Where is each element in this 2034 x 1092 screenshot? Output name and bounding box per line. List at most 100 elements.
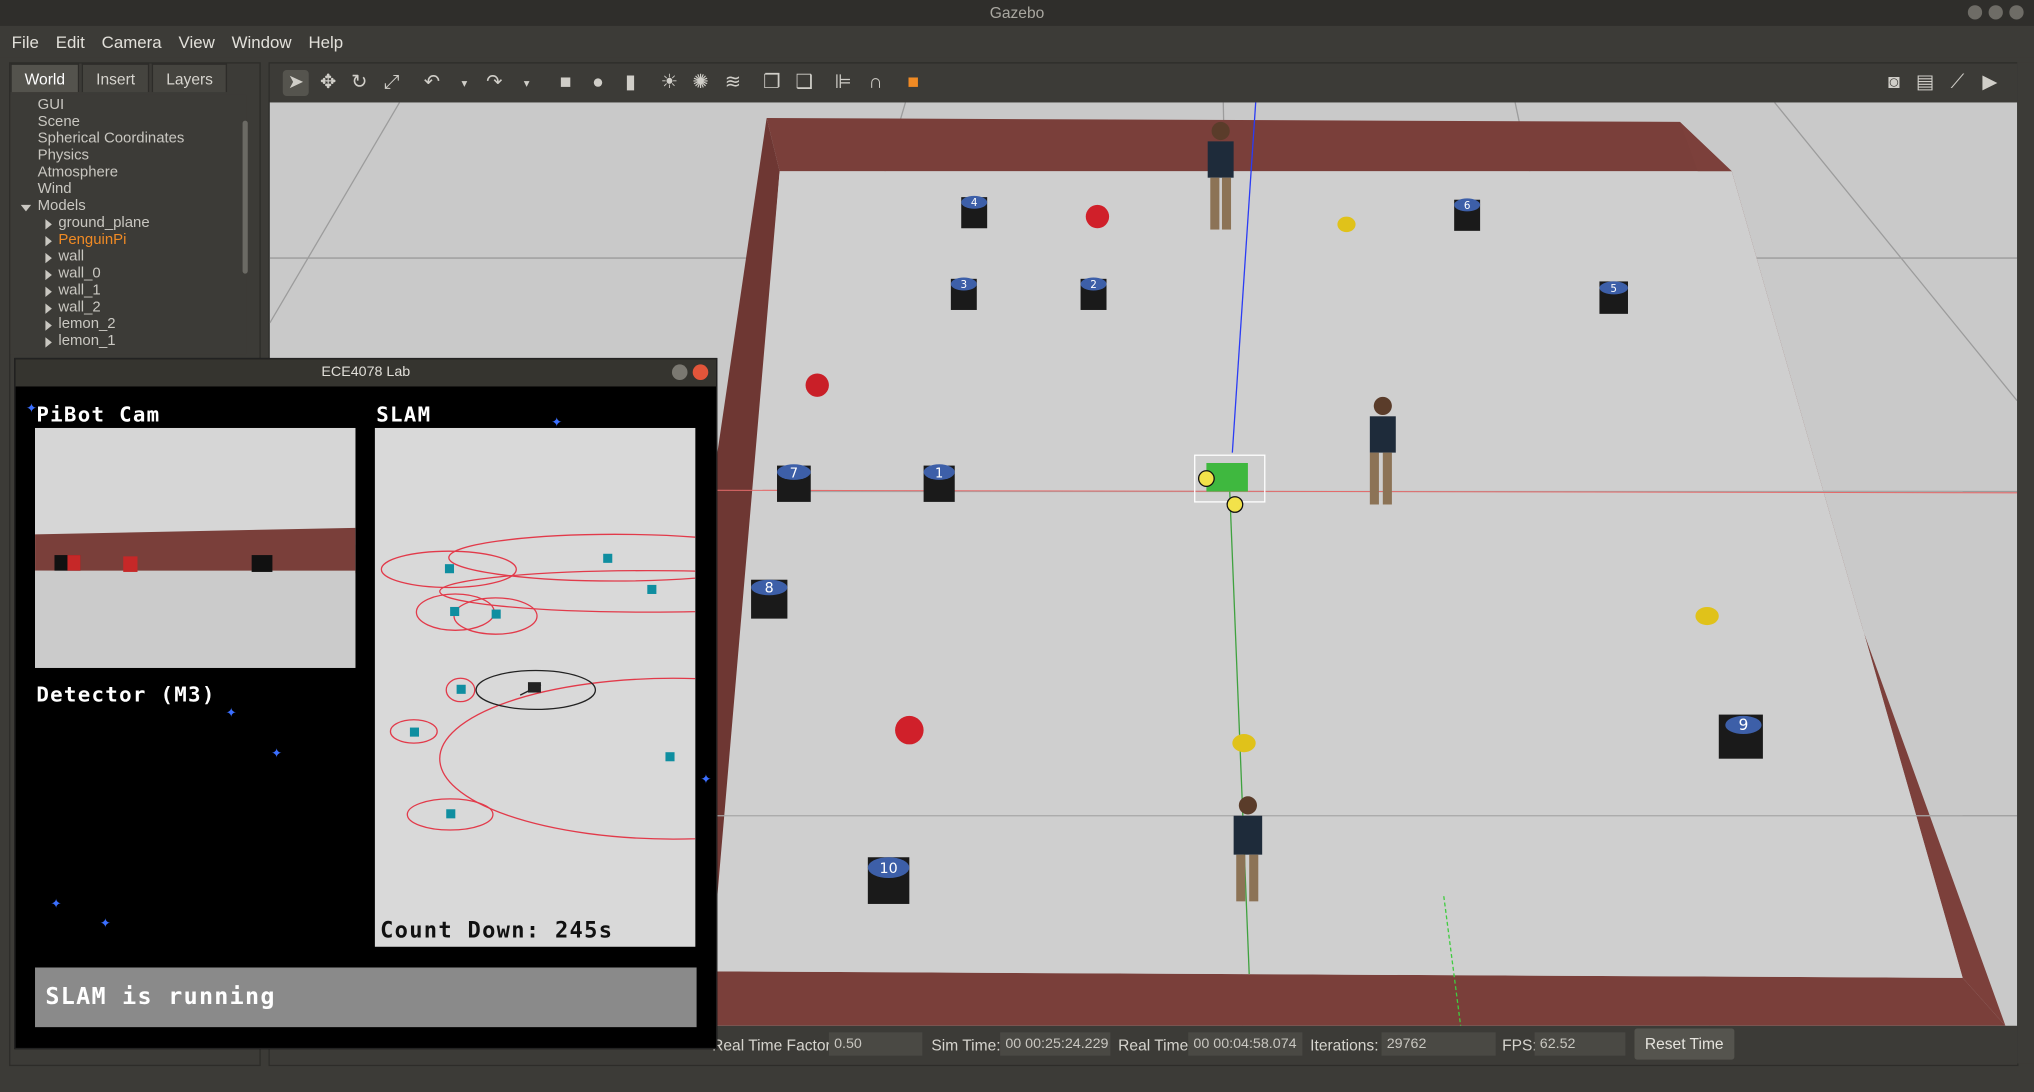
wall-top — [766, 118, 1732, 172]
aruco-marker-1[interactable]: 1 — [923, 464, 955, 502]
tab-layers[interactable]: Layers — [151, 63, 228, 93]
directional-light-icon[interactable]: ≋ — [720, 70, 746, 96]
tree-item-atmosphere[interactable]: Atmosphere — [38, 165, 118, 181]
menu-help[interactable]: Help — [308, 32, 343, 51]
chevron-right-icon[interactable] — [45, 252, 52, 264]
real-time-value: 00 00:04:58.074 — [1188, 1032, 1303, 1056]
redo-dropdown-icon[interactable]: ▾ — [514, 70, 540, 96]
plot-icon[interactable]: ⟋ — [1945, 70, 1971, 96]
tree-item-lemon-2[interactable]: lemon_2 — [58, 316, 115, 332]
redo-icon[interactable]: ↷ — [481, 70, 507, 96]
maximize-button[interactable] — [1988, 5, 2003, 20]
chevron-right-icon[interactable] — [45, 337, 52, 348]
undo-icon[interactable]: ↶ — [419, 70, 445, 96]
chevron-right-icon[interactable] — [45, 286, 52, 297]
point-light-icon[interactable]: ☀ — [656, 70, 682, 96]
tab-world[interactable]: World — [10, 63, 80, 93]
menu-camera[interactable]: Camera — [102, 32, 162, 51]
aruco-marker-4[interactable]: 4 — [961, 195, 988, 229]
tree-item-ground-plane[interactable]: ground_plane — [58, 215, 149, 231]
menu-view[interactable]: View — [179, 32, 215, 51]
right-edge-handle[interactable] — [2017, 62, 2034, 1064]
svg-text:9: 9 — [1738, 716, 1748, 734]
chevron-right-icon[interactable] — [45, 236, 52, 247]
svg-text:8: 8 — [765, 581, 774, 597]
select-mode-icon[interactable]: ➤ — [282, 70, 309, 96]
spot-light-icon[interactable]: ✺ — [688, 70, 714, 96]
tree-item-wind[interactable]: Wind — [38, 182, 72, 198]
apple-model[interactable] — [895, 715, 924, 745]
countdown-text: Count Down: 245s — [380, 918, 614, 945]
aruco-marker-9[interactable]: 9 — [1718, 714, 1763, 759]
tree-item-lemon-1[interactable]: lemon_1 — [58, 333, 115, 349]
slam-map: Count Down: 245s — [374, 427, 696, 947]
chevron-right-icon[interactable] — [45, 303, 52, 314]
svg-text:3: 3 — [961, 279, 968, 291]
tree-scrollbar[interactable] — [242, 120, 248, 274]
fps-label: FPS: — [1502, 1036, 1537, 1055]
chevron-right-icon[interactable] — [45, 269, 52, 281]
screenshot-icon[interactable]: ◙ — [1881, 70, 1907, 96]
sphere-shape-icon[interactable]: ● — [585, 70, 611, 96]
camera-image — [35, 427, 356, 668]
tree-item-models[interactable]: Models — [38, 198, 86, 214]
reset-time-button[interactable]: Reset Time — [1634, 1028, 1734, 1060]
rotate-mode-icon[interactable]: ↻ — [346, 70, 372, 96]
real-time-factor-value: 0.50 — [828, 1032, 923, 1056]
video-record-icon[interactable]: ▶ — [1977, 70, 2003, 96]
svg-text:10: 10 — [880, 861, 898, 877]
menu-window[interactable]: Window — [232, 32, 292, 51]
paste-icon[interactable]: ❑ — [791, 70, 817, 96]
chevron-right-icon[interactable] — [45, 320, 52, 331]
tree-item-spherical[interactable]: Spherical Coordinates — [38, 131, 185, 147]
chevron-down-icon[interactable] — [20, 204, 32, 212]
snap-icon[interactable]: ∩ — [863, 70, 889, 96]
cylinder-shape-icon[interactable]: ▮ — [617, 70, 643, 96]
aruco-marker-10[interactable]: 10 — [867, 857, 910, 904]
aruco-marker-2[interactable]: 2 — [1080, 277, 1107, 310]
svg-text:7: 7 — [790, 466, 798, 481]
aruco-marker-7[interactable]: 7 — [777, 464, 811, 502]
undo-dropdown-icon[interactable]: ▾ — [451, 70, 477, 96]
tree-item-scene[interactable]: Scene — [38, 114, 80, 130]
menu-edit[interactable]: Edit — [56, 32, 85, 51]
svg-text:5: 5 — [1610, 283, 1617, 295]
log-icon[interactable]: ▤ — [1912, 70, 1938, 96]
left-tabs: World Insert Layers — [10, 63, 259, 93]
aruco-marker-5[interactable]: 5 — [1599, 281, 1628, 314]
lemon-model[interactable] — [1337, 216, 1356, 233]
close-button[interactable] — [2009, 5, 2024, 20]
align-icon[interactable]: ⊫ — [830, 70, 856, 96]
lemon-model[interactable] — [1695, 606, 1719, 626]
tree-item-wall-2[interactable]: wall_2 — [58, 300, 100, 316]
lab-window: ECE4078 Lab ✦ ✦ ✦ ✦ ✦ ✦ ✦ PiBot Cam SLAM — [14, 357, 718, 1050]
fps-value: 62.52 — [1534, 1032, 1626, 1056]
star-decoration: ✦ — [225, 706, 237, 722]
tree-item-physics[interactable]: Physics — [38, 148, 89, 164]
tab-insert[interactable]: Insert — [81, 63, 150, 93]
view-angle-icon[interactable]: ■ — [900, 70, 926, 96]
tree-item-wall[interactable]: wall — [58, 249, 84, 265]
lemon-model[interactable] — [1232, 734, 1256, 753]
svg-text:2: 2 — [1090, 279, 1097, 291]
apple-model[interactable] — [805, 373, 829, 397]
chevron-right-icon[interactable] — [45, 219, 52, 230]
lab-close-button[interactable] — [692, 364, 709, 380]
lab-minimize-button[interactable] — [671, 364, 688, 380]
menu-file[interactable]: File — [12, 32, 39, 51]
tree-item-wall-1[interactable]: wall_1 — [58, 283, 100, 299]
apple-model[interactable] — [1085, 204, 1110, 229]
aruco-marker-6[interactable]: 6 — [1454, 198, 1481, 231]
tree-item-penguinpi[interactable]: PenguinPi — [58, 232, 126, 248]
copy-icon[interactable]: ❐ — [759, 70, 785, 96]
aruco-marker-3[interactable]: 3 — [950, 277, 977, 310]
lab-window-titlebar: ECE4078 Lab — [15, 359, 717, 387]
scale-mode-icon[interactable]: ⤢ — [379, 70, 405, 96]
minimize-button[interactable] — [1967, 5, 1983, 20]
box-shape-icon[interactable]: ■ — [553, 70, 579, 96]
tree-item-gui[interactable]: GUI — [38, 97, 65, 113]
star-decoration: ✦ — [700, 772, 712, 788]
tree-item-wall-0[interactable]: wall_0 — [58, 266, 100, 282]
translate-mode-icon[interactable]: ✥ — [315, 70, 341, 96]
aruco-marker-8[interactable]: 8 — [751, 579, 788, 619]
